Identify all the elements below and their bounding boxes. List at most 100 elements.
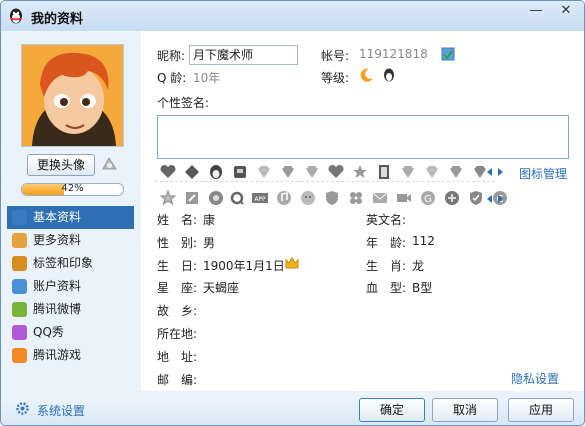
account-icon: [12, 279, 27, 294]
sidebar-item-label: 账户资料: [33, 279, 82, 293]
sidebar-item-label: 更多资料: [33, 233, 82, 247]
field-label: 英文名:: [366, 213, 407, 227]
camera-icon[interactable]: [101, 156, 118, 173]
avatar[interactable]: [21, 44, 124, 147]
minimize-button[interactable]: —: [523, 1, 549, 21]
sidebar-item-4[interactable]: 账户资料: [7, 275, 134, 298]
field-label: 星 座:: [157, 281, 198, 296]
moon-level-icon[interactable]: [359, 67, 375, 83]
birthday-crown-icon[interactable]: [285, 257, 299, 269]
system-settings-link[interactable]: 系统设置: [37, 402, 85, 419]
progress-text: 42%: [61, 183, 84, 194]
qqshow-icon: [12, 325, 27, 340]
qq-tang-badge-icon[interactable]: [299, 189, 317, 207]
nickname-input[interactable]: 月下魔术师: [189, 45, 298, 65]
video-badge-icon[interactable]: [395, 189, 413, 207]
qplus-badge-icon[interactable]: [229, 189, 247, 207]
sidebar-item-label: QQ秀: [33, 325, 64, 339]
clover-badge-icon[interactable]: [347, 189, 365, 207]
diamond-grey-badge-icon[interactable]: [423, 163, 441, 181]
profile-completion-bar: 42%: [21, 183, 124, 196]
sidebar-item-2[interactable]: 更多资料: [7, 229, 134, 252]
sidebar-item-5[interactable]: 腾讯微博: [7, 298, 134, 321]
game-icon: [12, 348, 27, 363]
sidebar-item-3[interactable]: 标签和印象: [7, 252, 134, 275]
heart-grey-badge-icon[interactable]: [327, 163, 345, 181]
field-value[interactable]: 康: [203, 211, 215, 228]
id-card-icon: [12, 210, 27, 225]
diamond-grey-badge-icon[interactable]: [279, 163, 297, 181]
svg-text:APP: APP: [254, 196, 266, 203]
speed-badge-icon[interactable]: [443, 189, 461, 207]
apply-button[interactable]: 应用: [508, 398, 574, 422]
footer-bar: 系统设置 确定 取消 应用: [1, 391, 584, 425]
qage-label: Q 龄:: [157, 71, 187, 85]
sidebar-item-6[interactable]: QQ秀: [7, 321, 134, 344]
icon-manage-link[interactable]: 图标管理: [519, 165, 567, 182]
mail-badge-icon[interactable]: [371, 189, 389, 207]
diamond-grey-badge-icon[interactable]: [447, 163, 465, 181]
app-badge-icon[interactable]: APP: [251, 189, 269, 207]
field-label: 年 龄:: [366, 235, 407, 250]
sidebar-item-label: 腾讯微博: [33, 302, 82, 316]
field-label: 姓 名:: [157, 213, 198, 227]
penguin-vip-badge-icon[interactable]: [207, 163, 225, 181]
signature-input[interactable]: [157, 115, 569, 159]
field-label: 邮 编:: [157, 372, 198, 387]
qrcode-icon[interactable]: [441, 47, 455, 61]
avatar-image: [22, 45, 123, 146]
diamond-grey-badge-icon[interactable]: [303, 163, 321, 181]
weibo-icon: [12, 302, 27, 317]
badge-row-2: APP G C: [157, 189, 507, 211]
field-value[interactable]: 天蝎座: [203, 279, 239, 296]
chat-badge-icon[interactable]: [207, 189, 225, 207]
field-label: 血 型:: [366, 281, 407, 296]
signature-label: 个性签名:: [157, 96, 210, 110]
close-button[interactable]: ✕: [553, 1, 579, 21]
sidebar-item-7[interactable]: 腾讯游戏: [7, 344, 134, 367]
heart-badge-icon[interactable]: [159, 163, 177, 181]
field-label: 故 乡:: [157, 304, 198, 319]
tag-person-icon: [12, 256, 27, 271]
profile-window: 我的资料 — ✕ 更换头像 42% 基本资料 更多资料 标签和印象 账户资料 腾讯微博 Q: [0, 0, 585, 426]
security-badge-icon[interactable]: [467, 189, 485, 207]
diamond-grey-badge-icon[interactable]: [255, 163, 273, 181]
diamond-grey-badge-icon[interactable]: [399, 163, 417, 181]
field-value[interactable]: 112: [412, 234, 435, 248]
music-badge-icon[interactable]: [275, 189, 293, 207]
left-panel: 更换头像 42% 基本资料更多资料标签和印象账户资料腾讯微博 QQ秀腾讯游戏: [1, 31, 141, 391]
sidebar-nav: 基本资料更多资料标签和印象账户资料腾讯微博 QQ秀腾讯游戏: [7, 206, 134, 367]
account-label: 帐号:: [321, 49, 350, 63]
sidebar-item-label: 基本资料: [33, 210, 82, 224]
level-label: 等级:: [321, 71, 350, 85]
star-badge-icon[interactable]: [351, 163, 369, 181]
field-value[interactable]: B型: [412, 279, 432, 296]
privacy-settings-link[interactable]: 隐私设置: [511, 370, 559, 387]
svg-text:G: G: [424, 194, 432, 205]
badge-divider: [155, 181, 495, 182]
diamond-dark-badge-icon[interactable]: [183, 163, 201, 181]
cancel-button[interactable]: 取消: [432, 398, 498, 422]
ok-button[interactable]: 确定: [359, 398, 425, 422]
pen-badge-icon[interactable]: [183, 189, 201, 207]
nba-badge-icon[interactable]: [375, 163, 393, 181]
star-outline-badge-icon[interactable]: [159, 189, 177, 207]
badge-row2-arrows-icon[interactable]: [486, 194, 504, 204]
g-badge-icon[interactable]: G: [419, 189, 437, 207]
penguin-badge-icon[interactable]: [381, 67, 397, 83]
gear-icon[interactable]: [15, 401, 30, 416]
account-value: 119121818: [359, 47, 428, 61]
robot-badge-icon[interactable]: [231, 163, 249, 181]
field-value[interactable]: 1900年1月1日: [203, 257, 285, 274]
sidebar-item-label: 腾讯游戏: [33, 348, 82, 362]
field-value[interactable]: 龙: [412, 257, 424, 274]
field-value[interactable]: 男: [203, 234, 215, 251]
badge-row-arrows-icon[interactable]: [486, 167, 504, 177]
title-bar[interactable]: 我的资料 — ✕: [1, 1, 584, 31]
change-avatar-button[interactable]: 更换头像: [27, 154, 95, 176]
sidebar-item-1[interactable]: 基本资料: [7, 206, 134, 229]
field-label: 生 肖:: [366, 258, 407, 273]
shield-badge-icon[interactable]: [323, 189, 341, 207]
field-label: 生 日:: [157, 258, 198, 273]
window-title: 我的资料: [31, 12, 84, 27]
